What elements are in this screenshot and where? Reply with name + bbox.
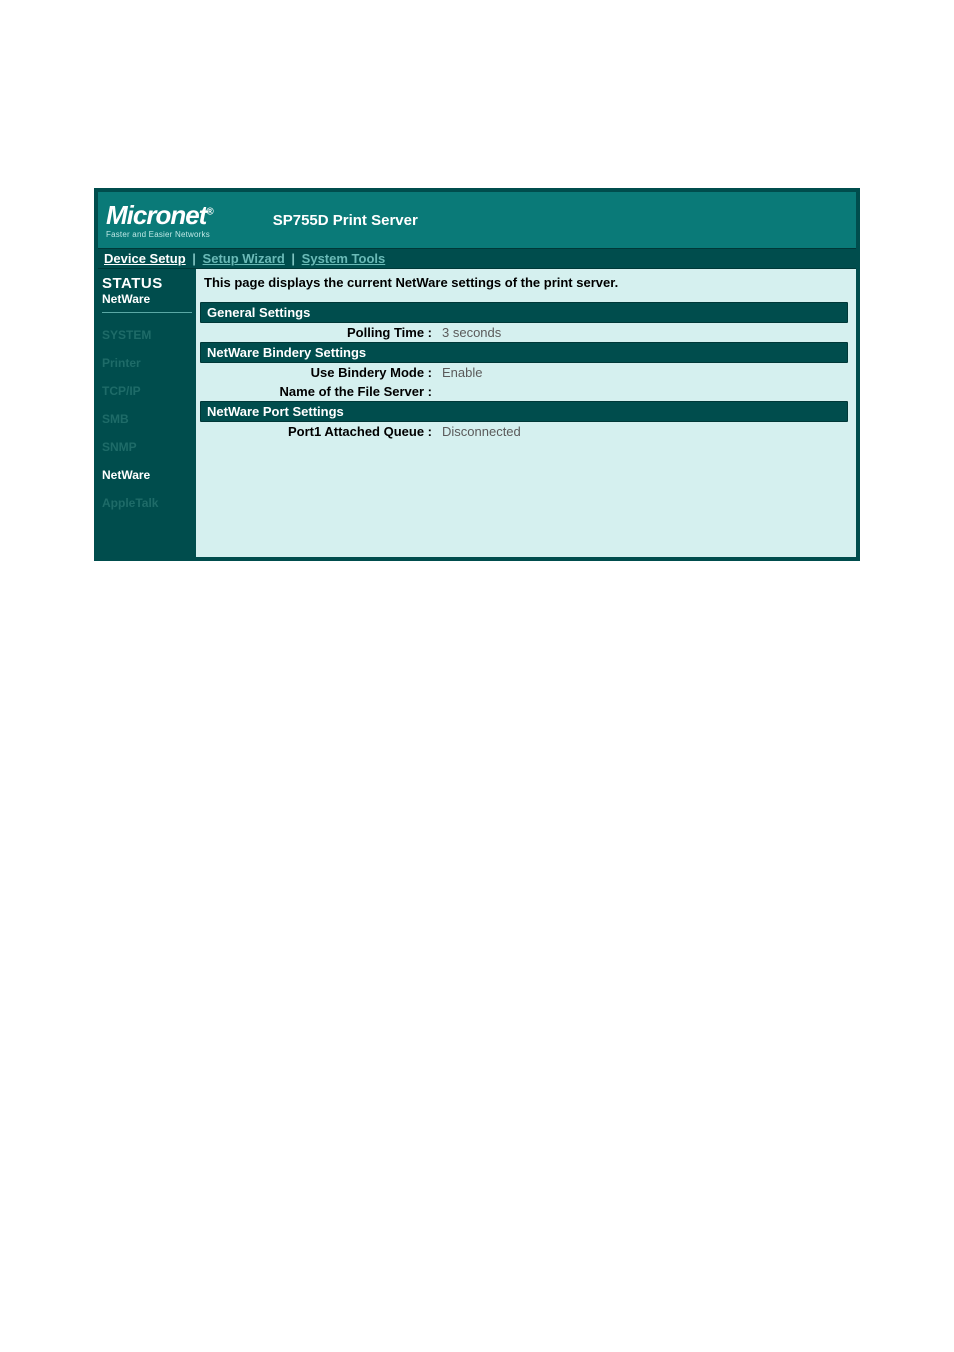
nav-separator: |: [288, 251, 298, 266]
sidebar-item-snmp[interactable]: SNMP: [102, 433, 192, 461]
content: This page displays the current NetWare s…: [196, 269, 856, 557]
sidebar-status-sub: NetWare: [102, 292, 192, 306]
sidebar-item-tcpip[interactable]: TCP/IP: [102, 377, 192, 405]
header: Micronet® Faster and Easier Networks SP7…: [98, 192, 856, 248]
nav-separator: |: [189, 251, 199, 266]
sidebar-item-system[interactable]: SYSTEM: [102, 321, 192, 349]
logo-brand: Micronet: [106, 200, 206, 230]
label-polling-time: Polling Time :: [200, 325, 438, 340]
label-port1-queue: Port1 Attached Queue :: [200, 424, 438, 439]
logo-text: Micronet®: [106, 202, 213, 228]
row-file-server: Name of the File Server :: [200, 382, 848, 401]
row-port1-queue: Port1 Attached Queue : Disconnected: [200, 422, 848, 441]
logo: Micronet® Faster and Easier Networks: [106, 202, 213, 239]
value-file-server: [438, 384, 442, 399]
logo-tagline: Faster and Easier Networks: [106, 230, 213, 239]
row-polling-time: Polling Time : 3 seconds: [200, 323, 848, 342]
value-polling-time: 3 seconds: [438, 325, 501, 340]
nav-setup-wizard[interactable]: Setup Wizard: [203, 251, 285, 266]
section-general-header: General Settings: [200, 302, 848, 323]
section-port-header: NetWare Port Settings: [200, 401, 848, 422]
body: STATUS NetWare SYSTEM Printer TCP/IP SMB…: [98, 269, 856, 557]
top-nav: Device Setup | Setup Wizard | System Too…: [98, 248, 856, 269]
sidebar-item-netware[interactable]: NetWare: [102, 461, 192, 489]
nav-device-setup[interactable]: Device Setup: [104, 251, 186, 266]
sidebar-item-appletalk[interactable]: AppleTalk: [102, 489, 192, 517]
intro-text: This page displays the current NetWare s…: [200, 273, 848, 302]
section-bindery-header: NetWare Bindery Settings: [200, 342, 848, 363]
value-bindery-mode: Enable: [438, 365, 482, 380]
nav-system-tools[interactable]: System Tools: [302, 251, 386, 266]
page-title: SP755D Print Server: [273, 212, 418, 229]
label-bindery-mode: Use Bindery Mode :: [200, 365, 438, 380]
sidebar: STATUS NetWare SYSTEM Printer TCP/IP SMB…: [98, 269, 196, 557]
sidebar-item-smb[interactable]: SMB: [102, 405, 192, 433]
sidebar-divider: [102, 312, 192, 313]
sidebar-item-printer[interactable]: Printer: [102, 349, 192, 377]
app-frame: Micronet® Faster and Easier Networks SP7…: [94, 188, 860, 561]
value-port1-queue: Disconnected: [438, 424, 521, 439]
row-bindery-mode: Use Bindery Mode : Enable: [200, 363, 848, 382]
label-file-server: Name of the File Server :: [200, 384, 438, 399]
logo-reg: ®: [206, 206, 212, 217]
sidebar-status-title: STATUS: [102, 275, 192, 292]
